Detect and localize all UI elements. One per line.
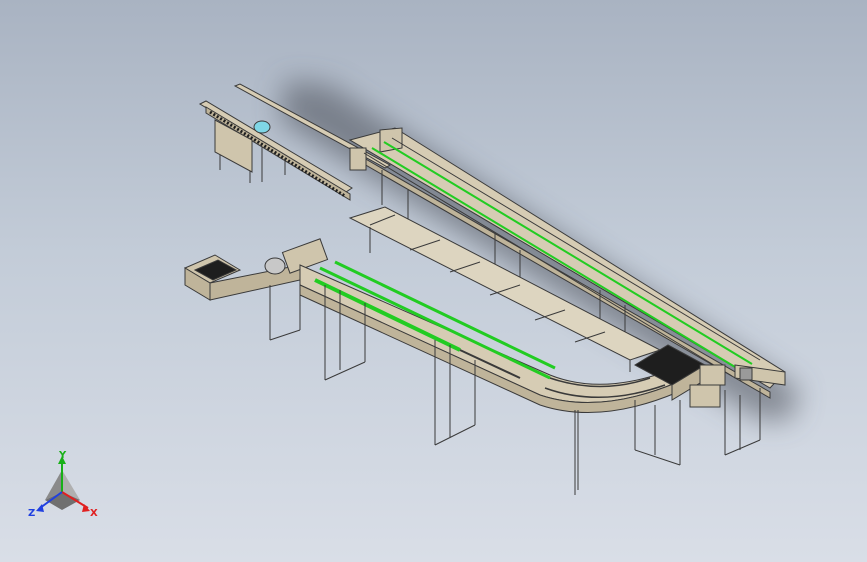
conveyor-assembly-model[interactable]: Y X Z [0,0,867,562]
view-orientation-triad[interactable]: Y X Z [28,450,98,519]
z-axis-label: Z [28,508,35,519]
y-axis-label: Y [58,450,67,461]
x-axis-label: X [90,508,98,519]
lower-curved-conveyor[interactable] [183,238,726,495]
upper-main-bed [348,127,786,389]
lower-drive-motor [264,257,286,275]
cad-graphics-viewport[interactable]: Y X Z [0,0,867,562]
drive-motor-disc [253,120,271,134]
